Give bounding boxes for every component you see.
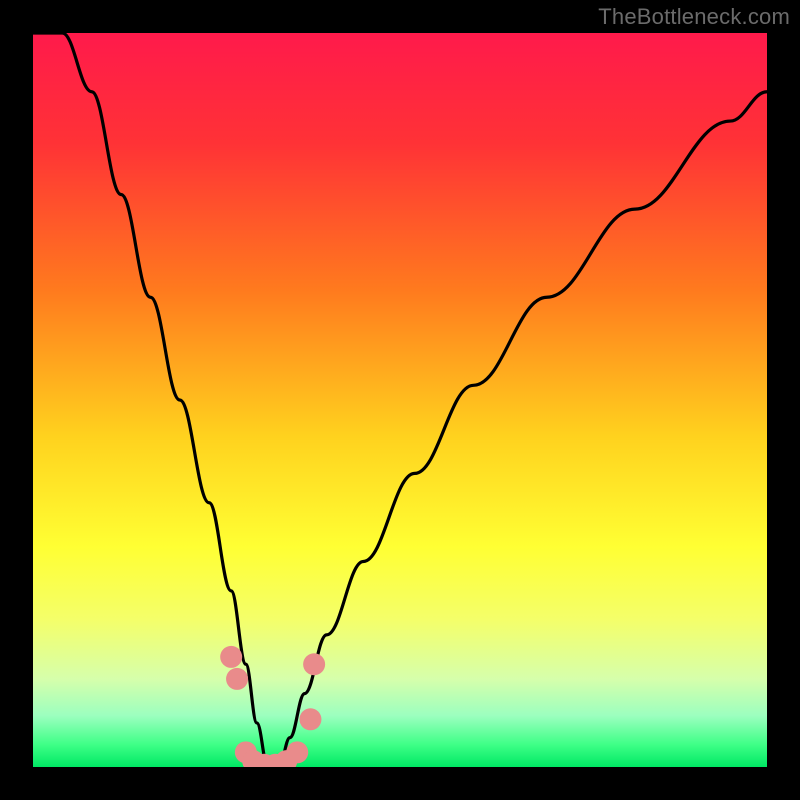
curve-marker	[220, 646, 242, 668]
curve-marker	[226, 668, 248, 690]
curve-marker	[299, 708, 321, 730]
curve-marker	[303, 653, 325, 675]
curve-marker	[286, 741, 308, 763]
watermark-text: TheBottleneck.com	[598, 4, 790, 30]
plot-background	[33, 33, 767, 767]
bottleneck-chart	[0, 0, 800, 800]
chart-frame: TheBottleneck.com	[0, 0, 800, 800]
